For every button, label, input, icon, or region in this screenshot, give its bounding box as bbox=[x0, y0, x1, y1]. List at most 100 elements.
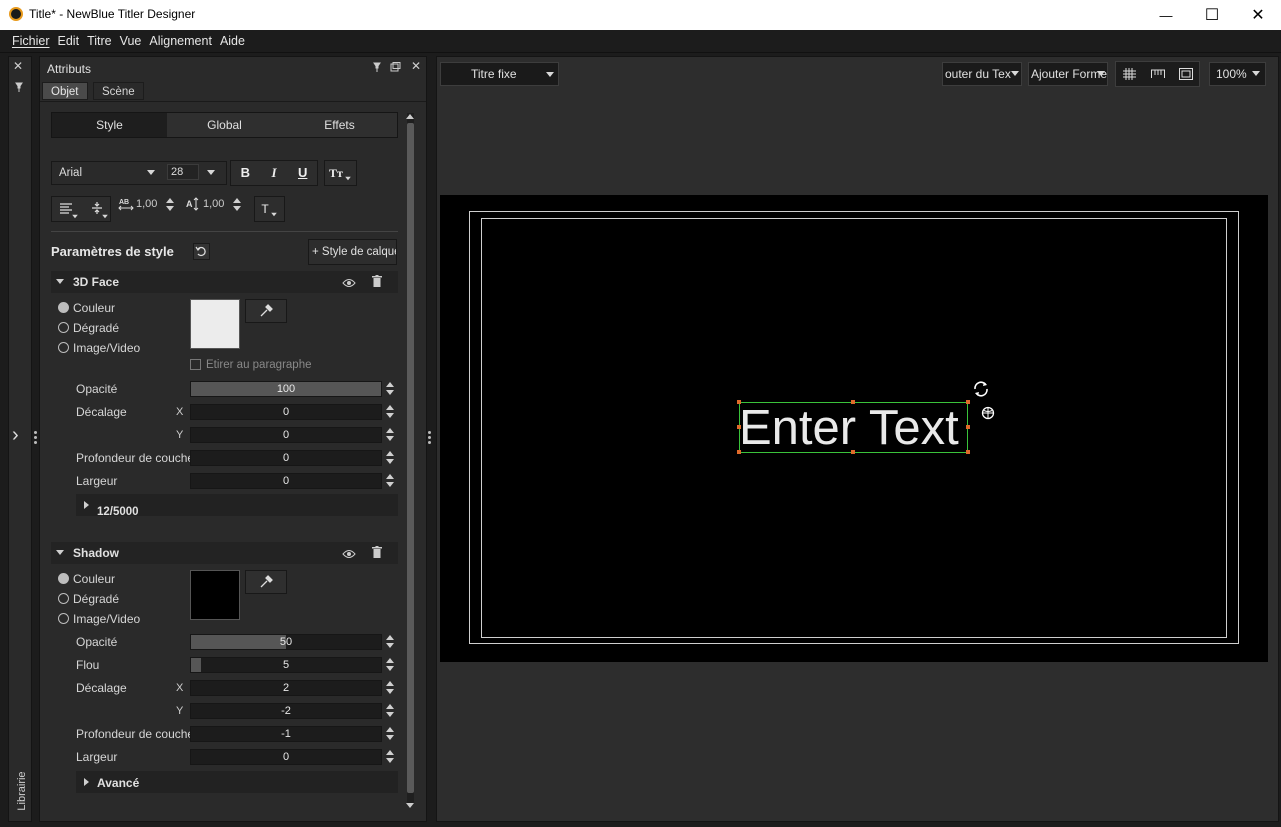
menu-alignement[interactable]: Alignement bbox=[149, 34, 212, 48]
shadow-delete-icon[interactable] bbox=[372, 546, 382, 561]
shadow-blur-stepper[interactable] bbox=[386, 657, 394, 673]
face-color-swatch[interactable] bbox=[190, 299, 240, 349]
shadow-depth-input[interactable]: -1 bbox=[190, 726, 382, 742]
italic-button[interactable]: I bbox=[260, 161, 289, 185]
face-offset-x-stepper[interactable] bbox=[386, 404, 394, 420]
panel-float-icon[interactable] bbox=[390, 61, 401, 75]
shadow-width-input[interactable]: 0 bbox=[190, 749, 382, 765]
text-type-button[interactable]: T bbox=[254, 196, 285, 222]
shadow-visibility-icon[interactable] bbox=[342, 548, 356, 562]
char-spacing-value[interactable]: 1,00 bbox=[136, 198, 157, 210]
add-shape-select[interactable]: Ajouter Forme bbox=[1028, 62, 1108, 86]
face-fill-degrade-radio[interactable] bbox=[58, 322, 69, 333]
font-size-input[interactable]: 28 bbox=[167, 164, 199, 180]
preview-text[interactable]: Enter Text bbox=[739, 403, 979, 453]
shadow-blur-slider[interactable]: 5 bbox=[190, 657, 382, 673]
tab-scene[interactable]: Scène bbox=[93, 82, 144, 100]
face-advanced-expand-icon[interactable] bbox=[84, 501, 89, 509]
close-button[interactable]: ✕ bbox=[1235, 0, 1281, 30]
shadow-offset-x-input[interactable]: 2 bbox=[190, 680, 382, 696]
shadow-opacity-stepper[interactable] bbox=[386, 634, 394, 650]
bold-button[interactable]: B bbox=[231, 161, 260, 185]
line-spacing-stepper[interactable] bbox=[233, 197, 241, 213]
menu-titre[interactable]: Titre bbox=[87, 34, 112, 48]
rail-close-icon[interactable]: ✕ bbox=[13, 59, 23, 73]
font-family-select[interactable]: Arial bbox=[59, 167, 82, 179]
panel-splitter-handle[interactable] bbox=[428, 431, 431, 446]
expand-icon[interactable]: › bbox=[12, 425, 19, 445]
tab-global[interactable]: Global bbox=[167, 113, 282, 137]
move-3d-handle-icon[interactable] bbox=[981, 406, 995, 423]
panel-pin-icon[interactable] bbox=[372, 61, 382, 75]
title-type-select[interactable]: Titre fixe bbox=[440, 62, 559, 86]
library-label[interactable]: Librairie bbox=[16, 771, 28, 811]
shadow-fill-degrade-radio[interactable] bbox=[58, 593, 69, 604]
text-case-button[interactable]: Tт bbox=[324, 160, 357, 186]
shadow-offset-y-stepper[interactable] bbox=[386, 703, 394, 719]
face-fill-couleur-radio[interactable] bbox=[58, 302, 69, 313]
menu-vue[interactable]: Vue bbox=[120, 34, 142, 48]
menu-fichier[interactable]: Fichier bbox=[12, 34, 50, 48]
zoom-caret-icon[interactable] bbox=[1252, 71, 1260, 76]
face-fill-image-radio[interactable] bbox=[58, 342, 69, 353]
title-type-caret-icon[interactable] bbox=[546, 72, 554, 77]
line-spacing-value[interactable]: 1,00 bbox=[203, 198, 224, 210]
face-width-input[interactable]: 0 bbox=[190, 473, 382, 489]
shadow-collapse-icon[interactable] bbox=[56, 550, 64, 555]
add-layer-style-button[interactable]: + Style de calque bbox=[308, 239, 397, 265]
face-opacity-slider[interactable]: 100 bbox=[190, 381, 382, 397]
advanced-expand-icon[interactable] bbox=[84, 778, 89, 786]
add-text-select[interactable]: outer du Tex bbox=[942, 62, 1022, 86]
scroll-up-icon[interactable] bbox=[406, 114, 414, 119]
face-offset-y-input[interactable]: 0 bbox=[190, 427, 382, 443]
safe-area-icon[interactable] bbox=[1179, 68, 1193, 83]
ruler-icon[interactable] bbox=[1151, 68, 1165, 82]
add-text-caret-icon[interactable] bbox=[1011, 71, 1019, 76]
face-visibility-icon[interactable] bbox=[342, 277, 356, 291]
shadow-opacity-slider[interactable]: 50 bbox=[190, 634, 382, 650]
face-opacity-stepper[interactable] bbox=[386, 381, 394, 397]
shadow-width-stepper[interactable] bbox=[386, 749, 394, 765]
face-delete-icon[interactable] bbox=[372, 275, 382, 290]
scroll-down-icon[interactable] bbox=[406, 803, 414, 808]
face-eyedropper-button[interactable] bbox=[245, 299, 287, 323]
tab-objet[interactable]: Objet bbox=[42, 82, 88, 100]
shadow-fill-image-radio[interactable] bbox=[58, 613, 69, 624]
font-size-caret-icon[interactable] bbox=[207, 170, 215, 175]
rotate-handle-icon[interactable] bbox=[972, 380, 990, 401]
shadow-depth-stepper[interactable] bbox=[386, 726, 394, 742]
shadow-color-swatch[interactable] bbox=[190, 570, 240, 620]
menu-edit[interactable]: Edit bbox=[58, 34, 80, 48]
splitter-handle[interactable] bbox=[34, 431, 37, 446]
tab-style[interactable]: Style bbox=[52, 113, 167, 137]
face-offset-x-input[interactable]: 0 bbox=[190, 404, 382, 420]
scrollbar-thumb[interactable] bbox=[407, 123, 414, 793]
shadow-eyedropper-button[interactable] bbox=[245, 570, 287, 594]
pin-icon[interactable] bbox=[14, 81, 24, 92]
add-shape-caret-icon[interactable] bbox=[1097, 71, 1105, 76]
grid-icon[interactable] bbox=[1123, 68, 1136, 83]
vertical-align-icon[interactable] bbox=[91, 201, 103, 218]
face-depth-input[interactable]: 0 bbox=[190, 450, 382, 466]
font-family-caret-icon[interactable] bbox=[147, 170, 155, 175]
tab-effets[interactable]: Effets bbox=[282, 113, 397, 137]
panel-close-icon[interactable]: ✕ bbox=[411, 59, 421, 73]
face-width-stepper[interactable] bbox=[386, 473, 394, 489]
preview-canvas[interactable]: Enter Text bbox=[440, 195, 1268, 662]
shadow-fill-couleur-radio[interactable] bbox=[58, 573, 69, 584]
reset-style-icon[interactable] bbox=[193, 243, 210, 260]
shadow-offset-x-stepper[interactable] bbox=[386, 680, 394, 696]
stretch-paragraph-checkbox[interactable] bbox=[190, 359, 201, 370]
minimize-button[interactable]: — bbox=[1143, 0, 1189, 30]
char-spacing-stepper[interactable] bbox=[166, 197, 174, 213]
face-depth-stepper[interactable] bbox=[386, 450, 394, 466]
scrollbar-track[interactable] bbox=[407, 113, 414, 803]
shadow-offset-y-input[interactable]: -2 bbox=[190, 703, 382, 719]
vertical-align-caret-icon[interactable] bbox=[102, 214, 108, 219]
face-collapse-icon[interactable] bbox=[56, 279, 64, 284]
menu-aide[interactable]: Aide bbox=[220, 34, 245, 48]
maximize-button[interactable]: ☐ bbox=[1189, 0, 1235, 30]
face-offset-y-stepper[interactable] bbox=[386, 427, 394, 443]
underline-button[interactable]: U bbox=[288, 161, 317, 185]
align-caret-icon[interactable] bbox=[72, 214, 78, 219]
